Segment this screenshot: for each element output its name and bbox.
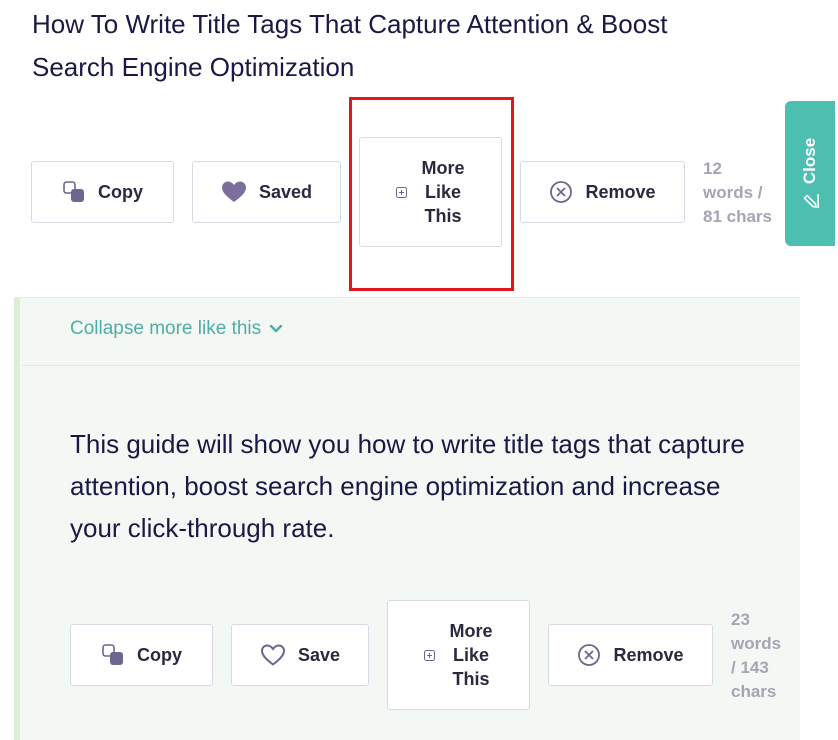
plus-square-icon xyxy=(396,186,408,198)
close-circle-icon xyxy=(577,643,601,667)
panel-accent-bar xyxy=(14,298,20,740)
copy-icon xyxy=(101,643,125,667)
heart-outline-icon xyxy=(260,643,286,667)
plus-square-icon xyxy=(424,649,436,661)
save-button[interactable]: Save xyxy=(231,624,369,686)
copy-button[interactable]: Copy xyxy=(70,624,213,686)
stats-line: words xyxy=(731,634,782,653)
remove-label: Remove xyxy=(613,644,684,665)
copy-icon xyxy=(62,180,86,204)
more-label-line: Like xyxy=(424,182,461,202)
more-label-line: This xyxy=(424,206,462,226)
word-count-stats: 23 words / 143 chars xyxy=(731,608,781,704)
copy-button[interactable]: Copy xyxy=(31,161,174,223)
more-like-this-panel: Collapse more like this This guide will … xyxy=(14,297,800,740)
saved-label: Saved xyxy=(258,181,313,202)
remove-button[interactable]: Remove xyxy=(548,624,713,686)
stats-line: 12 xyxy=(703,159,722,178)
stats-line: 23 xyxy=(731,610,750,629)
save-label: Save xyxy=(297,644,341,665)
divider xyxy=(22,365,800,366)
stats-line: / 143 xyxy=(731,658,769,677)
stats-line: 81 chars xyxy=(703,207,772,226)
pencil-icon xyxy=(801,192,819,210)
saved-button[interactable]: Saved xyxy=(192,161,341,223)
more-like-this-button[interactable]: More Like This xyxy=(359,137,502,247)
collapse-more-like-this-link[interactable]: Collapse more like this xyxy=(70,318,283,340)
result-text: This guide will show you how to write ti… xyxy=(70,429,745,543)
more-like-this-button[interactable]: More Like This xyxy=(387,600,530,710)
chevron-down-icon xyxy=(269,324,283,334)
result-title: How To Write Title Tags That Capture Att… xyxy=(32,9,668,82)
heart-filled-icon xyxy=(221,180,247,204)
copy-label: Copy xyxy=(137,644,182,665)
more-label-line: Like xyxy=(452,645,489,665)
more-label-line: This xyxy=(452,669,490,689)
more-label-line: More xyxy=(449,621,493,641)
close-circle-icon xyxy=(549,180,573,204)
stats-line: words / xyxy=(703,183,763,202)
remove-label: Remove xyxy=(585,181,656,202)
word-count-stats: 12 words / 81 chars xyxy=(703,157,772,229)
close-label: Close xyxy=(800,137,820,184)
close-tab[interactable]: Close xyxy=(785,101,835,246)
stats-line: chars xyxy=(731,682,777,701)
copy-label: Copy xyxy=(98,181,143,202)
remove-button[interactable]: Remove xyxy=(520,161,685,223)
collapse-label: Collapse more like this xyxy=(70,318,262,339)
more-label-line: More xyxy=(421,158,465,178)
